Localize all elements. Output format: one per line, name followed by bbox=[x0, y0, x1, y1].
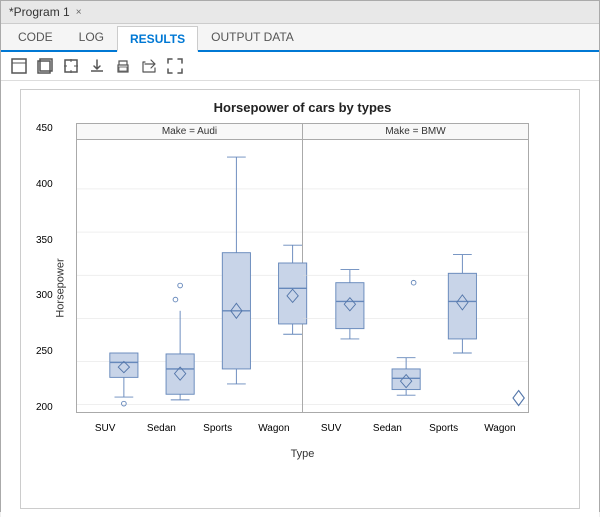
title-bar: *Program 1 × bbox=[1, 1, 599, 24]
panel-bmw-header: Make = BMW bbox=[303, 124, 528, 140]
toolbar-icon-3[interactable] bbox=[61, 56, 81, 76]
audi-chart-svg bbox=[77, 144, 302, 412]
toolbar-export-icon[interactable] bbox=[139, 56, 159, 76]
bmw-chart-svg bbox=[303, 144, 528, 412]
y-tick-250: 250 bbox=[36, 346, 53, 357]
toolbar-icon-2[interactable] bbox=[35, 56, 55, 76]
bmw-x-wagon: Wagon bbox=[472, 423, 528, 434]
audi-x-wagon: Wagon bbox=[246, 423, 302, 434]
audi-x-suv: SUV bbox=[77, 423, 133, 434]
audi-x-sports: Sports bbox=[190, 423, 246, 434]
toolbar-print-icon[interactable] bbox=[113, 56, 133, 76]
panel-audi: Make = Audi bbox=[77, 124, 303, 412]
panel-audi-header: Make = Audi bbox=[77, 124, 302, 140]
y-tick-300: 300 bbox=[36, 290, 53, 301]
chart-title: Horsepower of cars by types bbox=[76, 100, 529, 115]
audi-x-sedan: Sedan bbox=[133, 423, 189, 434]
tab-log[interactable]: LOG bbox=[66, 24, 117, 50]
chart-plot-area: Horsepower 200 250 300 350 400 450 Make … bbox=[76, 123, 529, 453]
y-axis-ticks: 200 250 300 350 400 450 bbox=[36, 123, 53, 413]
toolbar-download-icon[interactable] bbox=[87, 56, 107, 76]
toolbar-fullscreen-icon[interactable] bbox=[165, 56, 185, 76]
window-title: *Program 1 bbox=[9, 5, 70, 19]
tab-results[interactable]: RESULTS bbox=[117, 26, 198, 52]
y-axis-label: Horsepower bbox=[55, 258, 67, 317]
bmw-x-suv: SUV bbox=[303, 423, 359, 434]
y-tick-200: 200 bbox=[36, 402, 53, 413]
bmw-x-sports: Sports bbox=[416, 423, 472, 434]
audi-x-labels: SUV Sedan Sports Wagon bbox=[77, 423, 302, 434]
main-window: *Program 1 × CODE LOG RESULTS OUTPUT DAT… bbox=[0, 0, 600, 512]
bmw-x-labels: SUV Sedan Sports Wagon bbox=[303, 423, 528, 434]
toolbar-icon-1[interactable] bbox=[9, 56, 29, 76]
y-tick-400: 400 bbox=[36, 179, 53, 190]
chart-content: Horsepower of cars by types Horsepower 2… bbox=[1, 81, 599, 517]
tab-output-data[interactable]: OUTPUT DATA bbox=[198, 24, 307, 50]
panels-container: Make = Audi bbox=[76, 123, 529, 413]
panel-bmw: Make = BMW bbox=[303, 124, 528, 412]
tab-code[interactable]: CODE bbox=[5, 24, 66, 50]
toolbar bbox=[1, 52, 599, 81]
y-tick-450: 450 bbox=[36, 123, 53, 134]
x-axis-label: Type bbox=[76, 448, 529, 460]
close-tab-button[interactable]: × bbox=[76, 7, 82, 18]
chart-container: Horsepower of cars by types Horsepower 2… bbox=[20, 89, 580, 509]
tab-bar: CODE LOG RESULTS OUTPUT DATA bbox=[1, 24, 599, 52]
y-tick-350: 350 bbox=[36, 235, 53, 246]
bmw-x-sedan: Sedan bbox=[359, 423, 415, 434]
